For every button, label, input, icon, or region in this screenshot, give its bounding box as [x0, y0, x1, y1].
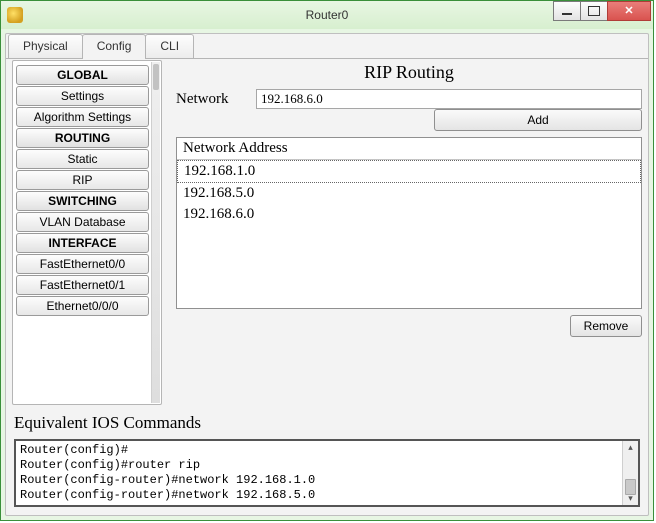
tab-config[interactable]: Config: [82, 34, 147, 59]
panel-title: RIP Routing: [176, 62, 642, 83]
sidebar-item-fastethernet-0-1[interactable]: FastEthernet0/1: [16, 275, 149, 295]
sidebar-item-rip[interactable]: RIP: [16, 170, 149, 190]
main-pane: RIP Routing Network Add Network Address …: [176, 60, 642, 405]
minimize-button[interactable]: [553, 1, 581, 21]
sidebar-item-vlan-database[interactable]: VLAN Database: [16, 212, 149, 232]
tab-physical[interactable]: Physical: [8, 34, 83, 58]
ios-commands-box: Router(config)# Router(config)#router ri…: [14, 439, 640, 507]
network-list[interactable]: Network Address 192.168.1.0 192.168.5.0 …: [176, 137, 642, 309]
window-controls: ✕: [554, 1, 651, 21]
sidebar: GLOBAL Settings Algorithm Settings ROUTI…: [12, 60, 162, 405]
sidebar-item-settings[interactable]: Settings: [16, 86, 149, 106]
sidebar-item-fastethernet-0-0[interactable]: FastEthernet0/0: [16, 254, 149, 274]
scroll-down-icon[interactable]: ▾: [625, 493, 636, 504]
sidebar-item-static[interactable]: Static: [16, 149, 149, 169]
network-list-row[interactable]: 192.168.6.0: [177, 204, 641, 225]
sidebar-item-algorithm-settings[interactable]: Algorithm Settings: [16, 107, 149, 127]
tab-bar: Physical Config CLI: [6, 34, 648, 59]
scroll-up-icon[interactable]: ▴: [625, 442, 636, 453]
ios-scrollbar[interactable]: ▴ ▾: [622, 441, 638, 505]
ios-commands-label: Equivalent IOS Commands: [14, 413, 201, 433]
ios-commands-text[interactable]: Router(config)# Router(config)#router ri…: [16, 441, 623, 505]
maximize-button[interactable]: [580, 1, 608, 21]
sidebar-header-global: GLOBAL: [16, 65, 149, 85]
client-area: Physical Config CLI GLOBAL Settings Algo…: [5, 33, 649, 516]
close-button[interactable]: ✕: [607, 1, 651, 21]
tab-cli[interactable]: CLI: [145, 34, 194, 58]
titlebar: Router0 ✕: [1, 1, 653, 29]
remove-button[interactable]: Remove: [570, 315, 642, 337]
sidebar-item-ethernet-0-0-0[interactable]: Ethernet0/0/0: [16, 296, 149, 316]
sidebar-header-switching: SWITCHING: [16, 191, 149, 211]
network-input[interactable]: [256, 89, 642, 109]
sidebar-header-interface: INTERFACE: [16, 233, 149, 253]
network-label: Network: [176, 91, 256, 108]
sidebar-header-routing: ROUTING: [16, 128, 149, 148]
network-list-row[interactable]: 192.168.1.0: [177, 160, 641, 183]
network-list-header: Network Address: [177, 138, 641, 160]
add-button[interactable]: Add: [434, 109, 642, 131]
network-list-row[interactable]: 192.168.5.0: [177, 183, 641, 204]
sidebar-scrollbar-thumb[interactable]: [153, 64, 159, 90]
config-body: GLOBAL Settings Algorithm Settings ROUTI…: [12, 60, 642, 405]
app-window: Router0 ✕ Physical Config CLI GLOBAL Set…: [0, 0, 654, 521]
